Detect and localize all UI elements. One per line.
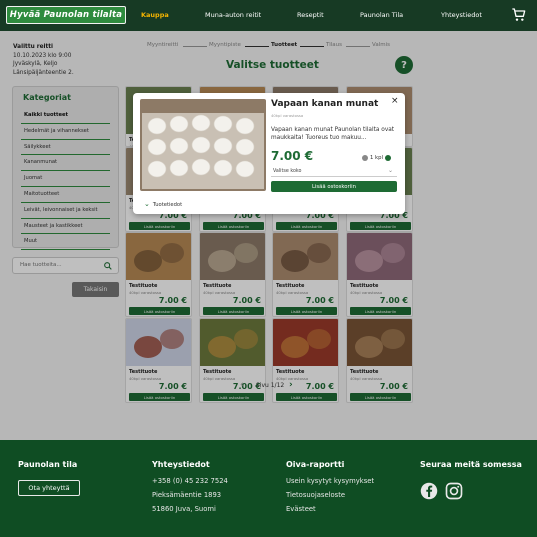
instagram-icon[interactable]: [445, 482, 463, 500]
footer: Paunolan tila Ota yhteyttä Yhteystiedot …: [0, 440, 537, 537]
footer-postal: 51860 Juva, Suomi: [152, 505, 216, 513]
chevron-down-icon: ⌄: [144, 200, 150, 208]
nav-paunolan-tila[interactable]: Paunolan Tila: [360, 11, 403, 19]
nav-reseptit[interactable]: Reseptit: [297, 11, 324, 19]
logo-text: Hyvää Paunolan tilalta: [9, 10, 123, 20]
add-to-cart-button[interactable]: Lisää ostoskoriin: [271, 181, 397, 192]
nav-kauppa[interactable]: Kauppa: [141, 11, 169, 19]
modal-stock: 40kpl varastossa: [271, 113, 304, 118]
footer-phone: +358 (0) 45 232 7524: [152, 477, 228, 485]
product-details-toggle[interactable]: ⌄ Tuotetiedot: [144, 200, 182, 208]
size-select[interactable]: Valitse koko ⌄: [271, 167, 397, 177]
footer-street: Pieksämäentie 1893: [152, 491, 222, 499]
modal-title: Vapaan kanan munat: [271, 99, 379, 109]
size-select-label: Valitse koko: [273, 169, 302, 174]
footer-title-tila: Paunolan tila: [18, 460, 78, 469]
close-icon[interactable]: ×: [391, 96, 399, 106]
footer-title-oiva: Oiva-raportti: [286, 460, 345, 469]
modal-description: Vapaan kanan munat Paunolan tilalta ovat…: [271, 127, 395, 141]
product-modal: Vapaan kanan munat × 40kpl varastossa Va…: [133, 93, 405, 214]
facebook-icon[interactable]: [420, 482, 438, 500]
logo[interactable]: Hyvää Paunolan tilalta: [6, 6, 126, 24]
chevron-down-icon: ⌄: [387, 167, 393, 174]
nav-yhteystiedot[interactable]: Yhteystiedot: [441, 11, 482, 19]
contact-button[interactable]: Ota yhteyttä: [18, 480, 80, 496]
quantity-value: 1 kpl: [370, 155, 383, 161]
footer-title-social: Seuraa meitä somessa: [420, 460, 522, 469]
footer-link-privacy[interactable]: Tietosuojaseloste: [286, 491, 345, 499]
minus-icon[interactable]: [362, 155, 368, 161]
footer-link-cookies[interactable]: Evästeet: [286, 505, 316, 513]
cart-icon[interactable]: [511, 7, 527, 23]
footer-title-yhteystiedot: Yhteystiedot: [152, 460, 210, 469]
details-label: Tuotetiedot: [152, 202, 183, 208]
modal-price: 7.00 €: [271, 149, 314, 163]
nav-muna-auton-reitit[interactable]: Muna-auton reitit: [205, 11, 261, 19]
plus-icon[interactable]: [384, 155, 391, 161]
product-image: [140, 99, 266, 191]
footer-link-faq[interactable]: Usein kysytyt kysymykset: [286, 477, 374, 485]
quantity-stepper: 1 kpl: [362, 155, 391, 161]
top-navigation: Hyvää Paunolan tilalta Kauppa Muna-auton…: [0, 0, 537, 31]
